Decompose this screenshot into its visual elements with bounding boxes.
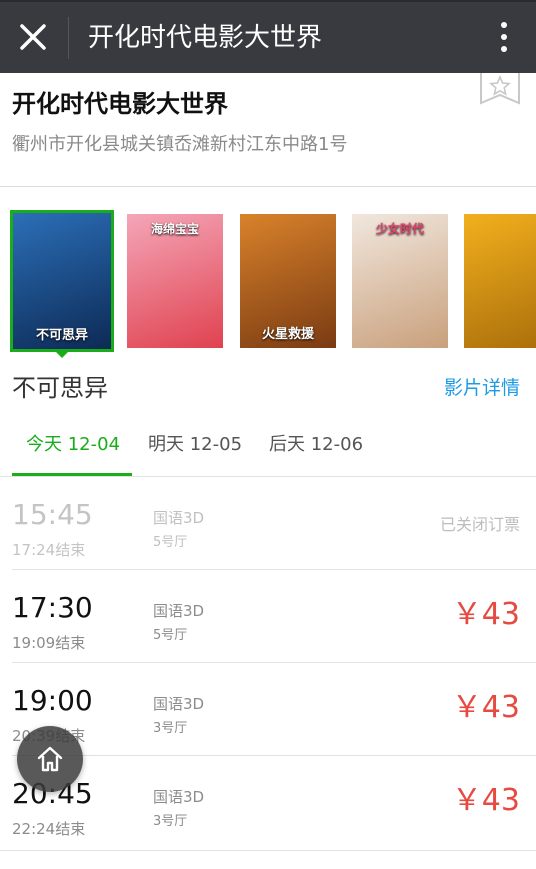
poster-title: 火星救援 xyxy=(261,327,314,342)
movie-detail-link[interactable]: 影片详情 xyxy=(444,374,520,402)
language-format: 国语3D xyxy=(153,695,205,713)
movie-poster[interactable] xyxy=(464,214,536,348)
date-tabs: 今天 12-04 明天 12-05 后天 12-06 xyxy=(0,426,536,476)
hall-name: 5号厅 xyxy=(153,628,188,643)
tab-tomorrow[interactable]: 明天 12-05 xyxy=(148,432,242,458)
topbar-divider xyxy=(68,17,69,59)
movie-poster[interactable]: 不可思异 xyxy=(10,210,114,352)
cinema-address[interactable]: 衢州市开化县城关镇岙滩新村江东中路1号 xyxy=(12,132,347,158)
start-time: 15:45 xyxy=(12,498,93,531)
movie-poster[interactable]: 海绵宝宝 xyxy=(127,214,223,348)
home-button[interactable] xyxy=(17,726,83,792)
end-time: 22:24结束 xyxy=(12,820,86,838)
more-vertical-icon[interactable] xyxy=(500,22,508,56)
page-title: 开化时代电影大世界 xyxy=(88,23,323,53)
ticket-price[interactable]: ￥43 xyxy=(452,783,520,819)
hall-name: 3号厅 xyxy=(153,721,188,736)
home-icon xyxy=(37,746,63,772)
divider xyxy=(0,186,536,187)
ticket-price[interactable]: ￥43 xyxy=(452,690,520,726)
start-time: 17:30 xyxy=(12,591,93,624)
tab-day-after[interactable]: 后天 12-06 xyxy=(269,432,363,458)
top-navigation-bar: 开化时代电影大世界 xyxy=(0,0,536,73)
start-time: 19:00 xyxy=(12,684,93,717)
movie-poster[interactable]: 少女时代 xyxy=(352,214,448,348)
poster-title: 少女时代 xyxy=(375,222,424,236)
close-icon[interactable] xyxy=(14,18,52,56)
language-format: 国语3D xyxy=(153,788,205,806)
star-bookmark-icon[interactable] xyxy=(480,73,520,105)
divider xyxy=(0,476,536,477)
hall-name: 5号厅 xyxy=(153,535,188,550)
movie-poster[interactable]: 火星救援 xyxy=(240,214,336,348)
showtime-row[interactable]: 17:30 19:09结束 国语3D 5号厅 ￥43 xyxy=(0,571,536,663)
divider xyxy=(0,850,536,851)
ticket-price[interactable]: ￥43 xyxy=(452,597,520,633)
language-format: 国语3D xyxy=(153,509,205,527)
poster-title: 海绵宝宝 xyxy=(150,222,199,236)
booking-closed-status: 已关闭订票 xyxy=(439,515,520,534)
tab-today[interactable]: 今天 12-04 xyxy=(26,432,120,458)
selected-indicator-arrow xyxy=(53,349,71,358)
hall-name: 3号厅 xyxy=(153,814,188,829)
showtime-row[interactable]: 19:00 20:39结束 国语3D 3号厅 ￥43 xyxy=(0,664,536,756)
poster-title: 不可思异 xyxy=(35,328,88,343)
cinema-name: 开化时代电影大世界 xyxy=(12,90,228,118)
movie-poster-carousel[interactable]: 不可思异 海绵宝宝 火星救援 少女时代 xyxy=(0,210,536,360)
end-time: 17:24结束 xyxy=(12,541,86,559)
movie-title: 不可思异 xyxy=(12,374,108,402)
language-format: 国语3D xyxy=(153,602,205,620)
end-time: 19:09结束 xyxy=(12,634,86,652)
showtime-row: 15:45 17:24结束 国语3D 5号厅 已关闭订票 xyxy=(0,478,536,570)
